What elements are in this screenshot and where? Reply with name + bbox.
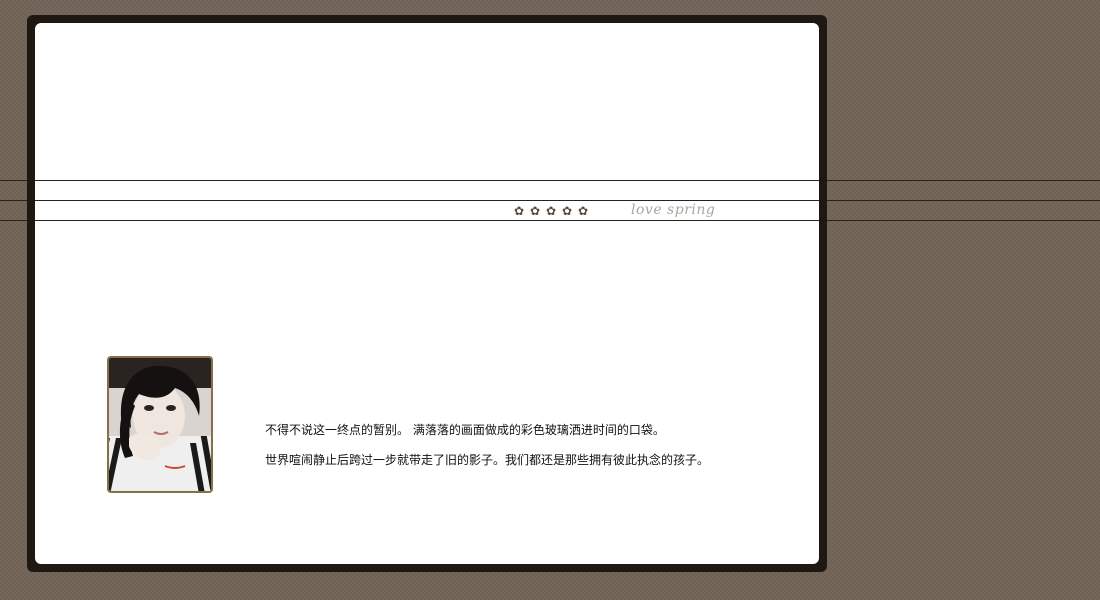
quote-line-1: 不得不说这一终点的暂别。 满落落的画面做成的彩色玻璃洒进时间的口袋。 [265, 423, 665, 437]
portrait-photo-icon [109, 358, 211, 491]
content-card: ✿ ✿ ✿ ✿ ✿ love spring 不得不说这一终点的暂别。 满落落的画… [35, 23, 819, 564]
flower-icon: ✿ [545, 204, 557, 218]
card-divider-top [35, 180, 819, 181]
flower-decoration: ✿ ✿ ✿ ✿ ✿ [513, 203, 589, 219]
avatar [107, 356, 213, 493]
tagline: love spring [631, 202, 716, 218]
card-divider-bottom [35, 220, 819, 221]
flower-icon: ✿ [561, 204, 573, 218]
flower-icon: ✿ [529, 204, 541, 218]
flower-icon: ✿ [513, 204, 525, 218]
quote-line-2: 世界喧闹静止后跨过一步就带走了旧的影子。我们都还是那些拥有彼此执念的孩子。 [265, 453, 710, 467]
flower-icon: ✿ [577, 204, 589, 218]
